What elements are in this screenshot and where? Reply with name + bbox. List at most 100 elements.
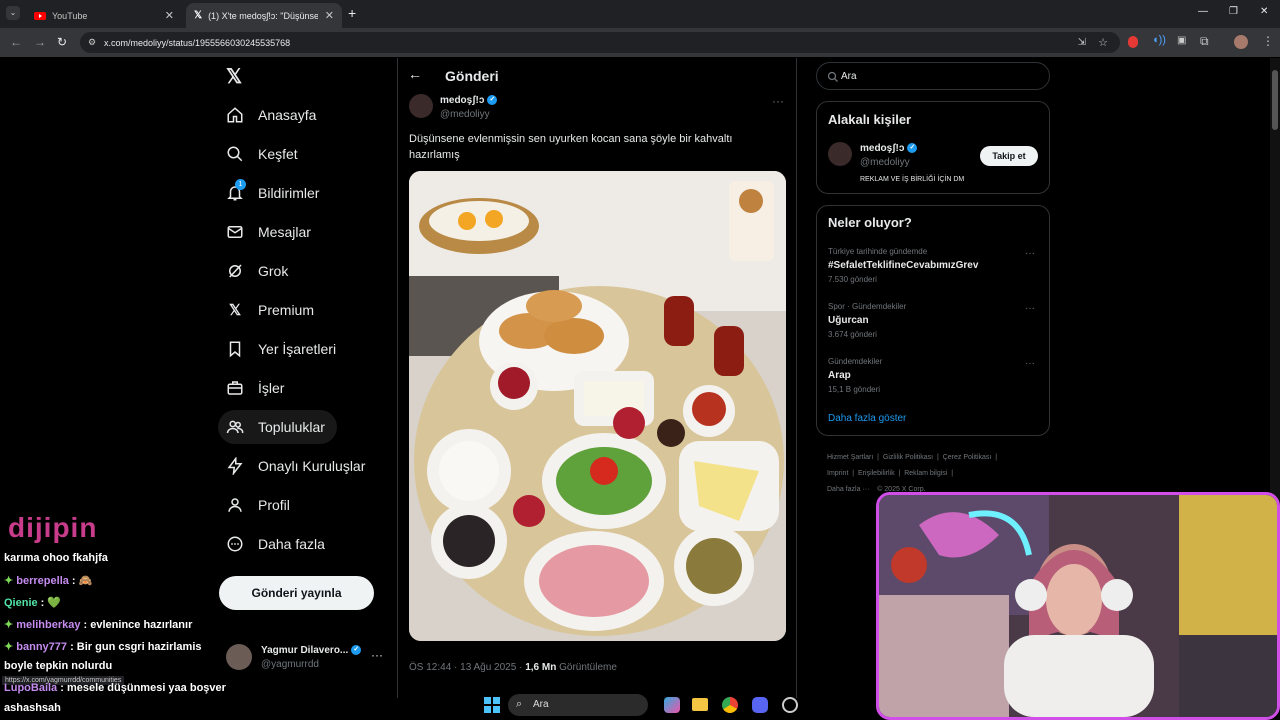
- nav-item-verified-orgs[interactable]: Onaylı Kuruluşlar: [218, 449, 377, 483]
- trend-more-icon[interactable]: ···: [1025, 358, 1035, 369]
- footer-link[interactable]: Hizmet Şartları: [827, 454, 873, 461]
- x-logo-icon[interactable]: 𝕏: [226, 64, 242, 89]
- nav-item-jobs[interactable]: İşler: [218, 371, 296, 405]
- footer-link[interactable]: Imprint: [827, 470, 848, 477]
- reload-icon[interactable]: ↻: [57, 35, 67, 49]
- avatar[interactable]: [828, 142, 852, 166]
- chat-message: Qienie : 💚: [4, 596, 61, 609]
- minimize-icon[interactable]: —: [1198, 6, 1208, 17]
- lightning-icon: [226, 457, 244, 475]
- view-label: Görüntüleme: [556, 662, 617, 673]
- new-tab-icon[interactable]: +: [348, 5, 356, 21]
- footer-row: Hizmet Şartları | Gizlilik Politikası | …: [827, 454, 998, 461]
- trend-item[interactable]: Spor · Gündemdekiler Uğurcan 3.674 gönde…: [817, 297, 1049, 347]
- author-avatar[interactable]: [409, 94, 433, 118]
- footer-link[interactable]: Reklam bilgisi: [904, 470, 947, 477]
- author-handle[interactable]: @medoliyy: [440, 109, 490, 120]
- file-explorer-icon[interactable]: [692, 698, 708, 711]
- person-handle: @medoliyy: [860, 157, 910, 168]
- chat-text: : mesele düşünmesi yaa boşver: [57, 682, 226, 694]
- chat-message: karıma ohoo fkahjfa: [4, 552, 108, 564]
- follow-button[interactable]: Takip et: [980, 146, 1038, 166]
- forward-icon[interactable]: →: [34, 35, 46, 49]
- extensions-puzzle-icon[interactable]: ⧉: [1200, 34, 1209, 49]
- nav-item-bookmarks[interactable]: Yer İşaretleri: [218, 332, 348, 366]
- search-box[interactable]: Ara: [816, 62, 1050, 90]
- post-image[interactable]: [409, 171, 786, 641]
- trend-more-icon[interactable]: ···: [1025, 303, 1035, 314]
- bookmark-star-icon[interactable]: ☆: [1098, 36, 1108, 49]
- footer-link[interactable]: Daha fazla ···: [827, 486, 869, 493]
- nav-item-profile[interactable]: Profil: [218, 488, 302, 522]
- footer-row: Imprint | Erişilebilirlik | Reklam bilgi…: [827, 470, 954, 477]
- nav-item-messages[interactable]: Mesajlar: [218, 215, 323, 249]
- copilot-icon[interactable]: [664, 697, 680, 713]
- nav-item-more[interactable]: Daha fazla: [218, 527, 337, 561]
- post-button[interactable]: Gönderi yayınla: [219, 576, 374, 610]
- nav-item-premium[interactable]: 𝕏 Premium: [218, 293, 326, 327]
- back-arrow-icon[interactable]: ←: [408, 66, 422, 82]
- extension-icon[interactable]: ▣: [1177, 35, 1186, 46]
- left-navigation: 𝕏 Anasayfa Keşfet 1 Bildirimler Mesajlar…: [218, 58, 398, 698]
- x-logo-icon: 𝕏: [228, 302, 242, 319]
- browser-menu-icon[interactable]: ⋮: [1262, 34, 1274, 48]
- taskbar-search-text: Ara: [533, 699, 549, 710]
- footer-link[interactable]: Gizlilik Politikası: [883, 454, 933, 461]
- show-more-link[interactable]: Daha fazla göster: [828, 413, 906, 424]
- back-icon[interactable]: ←: [10, 35, 22, 49]
- tab-list-dropdown-icon[interactable]: ⌄: [6, 6, 20, 20]
- stream-chat: karıma ohoo fkahjfa ✦ berrepella : 🙈 Qie…: [0, 508, 230, 720]
- nav-label: Mesajlar: [258, 224, 311, 240]
- chat-user: melihberkay: [16, 619, 81, 631]
- chat-user: Qienie: [4, 597, 38, 609]
- extension-icon[interactable]: ◖)): [1152, 34, 1166, 46]
- account-name: Yagmur Dilavero...: [261, 645, 349, 656]
- author-name[interactable]: medoşʃ!ɔ: [440, 95, 484, 106]
- post-more-icon[interactable]: ···: [772, 94, 784, 108]
- restore-icon[interactable]: ❐: [1229, 6, 1238, 17]
- browser-profile-avatar[interactable]: [1234, 35, 1248, 49]
- trend-more-icon[interactable]: ···: [1025, 248, 1035, 259]
- post-timestamp[interactable]: ÖS 12:44 · 13 Ağu 2025 ·: [409, 662, 525, 673]
- windows-start-icon[interactable]: [484, 697, 500, 713]
- account-switcher[interactable]: Yagmur Dilavero... ✓ @yagmurrdd ···: [226, 642, 394, 682]
- app-icon[interactable]: [782, 697, 798, 713]
- chat-message: LupoBaila : mesele düşünmesi yaa boşver: [4, 682, 226, 694]
- author-name-row[interactable]: medoşʃ!ɔ ✓: [440, 95, 498, 106]
- site-info-icon[interactable]: ⚙: [88, 37, 96, 48]
- close-window-icon[interactable]: ✕: [1260, 6, 1268, 17]
- person-name[interactable]: medoşʃ!ɔ: [860, 143, 904, 154]
- extension-icon[interactable]: [1128, 36, 1138, 48]
- nav-item-notifications[interactable]: 1 Bildirimler: [218, 176, 331, 210]
- trend-context: Türkiye tarihinde gündemde: [828, 247, 928, 256]
- close-tab-icon[interactable]: ✕: [165, 9, 174, 22]
- taskbar-search[interactable]: ⌕ Ara: [508, 694, 648, 716]
- nav-label: Anasayfa: [258, 107, 317, 123]
- footer-link[interactable]: Çerez Politikası: [943, 454, 992, 461]
- nav-label: Grok: [258, 263, 289, 279]
- trend-item[interactable]: Gündemdekiler Arap 15,1 B gönderi ···: [817, 352, 1049, 402]
- footer-links: Hizmet Şartları | Gizlilik Politikası | …: [827, 450, 1047, 498]
- chrome-icon[interactable]: [722, 697, 738, 713]
- more-icon[interactable]: ···: [371, 648, 383, 662]
- tab-youtube[interactable]: YouTube ✕: [26, 3, 182, 28]
- trend-item[interactable]: Türkiye tarihinde gündemde #SefaletTekli…: [817, 242, 1049, 292]
- chat-text: : Bir gun csgri hazirlamis: [67, 641, 202, 653]
- url-text: x.com/medoliyy/status/195556603024553576…: [104, 37, 291, 48]
- url-field[interactable]: ⚙ x.com/medoliyy/status/1955566030245535…: [80, 32, 1120, 53]
- chat-user: LupoBaila: [4, 682, 58, 694]
- close-tab-icon[interactable]: ✕: [325, 9, 334, 22]
- account-handle: @yagmurrdd: [261, 659, 319, 670]
- nav-item-grok[interactable]: Grok: [218, 254, 300, 288]
- tab-x-post[interactable]: 𝕏 (1) X'te medoşʃ!ɔ: "Düşünsene ✕: [186, 3, 342, 28]
- footer-link[interactable]: Erişilebilirlik: [858, 470, 895, 477]
- nav-label: Profil: [258, 497, 290, 513]
- nav-item-home[interactable]: Anasayfa: [218, 98, 328, 132]
- trend-name: Uğurcan: [828, 315, 869, 326]
- install-icon[interactable]: ⇲: [1078, 37, 1086, 48]
- nav-item-communities[interactable]: Topluluklar: [218, 410, 337, 444]
- chat-text: ashashsah: [4, 702, 61, 714]
- nav-item-explore[interactable]: Keşfet: [218, 137, 310, 171]
- discord-icon[interactable]: [752, 697, 768, 713]
- person-name-row[interactable]: medoşʃ!ɔ ✓: [860, 143, 918, 154]
